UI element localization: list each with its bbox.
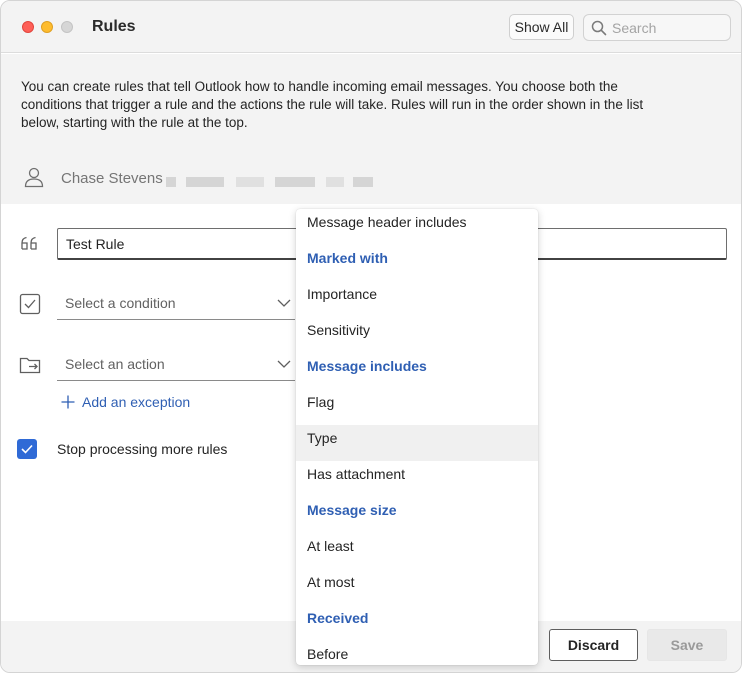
- add-exception-label: Add an exception: [82, 394, 191, 410]
- dropdown-option[interactable]: Type: [296, 425, 538, 461]
- condition-dropdown-menu: Message header includes Marked with Import…: [296, 209, 538, 665]
- redacted-email: [186, 177, 224, 187]
- show-all-button[interactable]: Show All: [509, 14, 574, 40]
- search-icon: [591, 20, 607, 36]
- chevron-down-icon: [277, 299, 291, 307]
- plus-icon: [61, 395, 75, 409]
- account-name: Chase Stevens: [61, 170, 163, 187]
- dropdown-option[interactable]: Flag: [296, 389, 538, 425]
- action-placeholder: Select an action: [65, 356, 165, 372]
- search-placeholder: Search: [612, 20, 657, 36]
- dropdown-option[interactable]: At least: [296, 533, 538, 569]
- condition-select[interactable]: Select a condition: [57, 288, 295, 320]
- save-button[interactable]: Save: [647, 629, 727, 661]
- rule-name-value: Test Rule: [66, 236, 125, 252]
- stop-processing-checkbox[interactable]: [17, 439, 37, 459]
- redacted-email: [353, 177, 373, 187]
- redacted-email: [236, 177, 264, 187]
- redacted-email: [166, 177, 176, 187]
- zoom-window-button[interactable]: [61, 21, 73, 33]
- window-title: Rules: [92, 18, 136, 35]
- title-bar: Rules Show All Search: [1, 1, 741, 53]
- rules-description: You can create rules that tell Outlook h…: [21, 79, 644, 130]
- redacted-email: [326, 177, 344, 187]
- minimize-window-button[interactable]: [41, 21, 53, 33]
- chevron-down-icon: [277, 360, 291, 368]
- dropdown-group-header: Message includes: [307, 358, 427, 374]
- dropdown-group-header: Message size: [307, 502, 397, 518]
- search-input[interactable]: Search: [583, 14, 731, 41]
- redacted-email: [275, 177, 315, 187]
- rules-window: Rules Show All Search You can create rul…: [0, 0, 742, 673]
- dropdown-option[interactable]: Has attachment: [296, 461, 538, 497]
- folder-move-icon: [19, 357, 41, 374]
- checkmark-icon: [21, 444, 33, 454]
- dropdown-option[interactable]: At most: [296, 569, 538, 605]
- action-select[interactable]: Select an action: [57, 349, 295, 381]
- discard-button[interactable]: Discard: [549, 629, 638, 661]
- dropdown-option[interactable]: Importance: [296, 281, 538, 317]
- dropdown-option[interactable]: Sensitivity: [296, 317, 538, 353]
- dropdown-group-header: Received: [307, 610, 369, 626]
- quote-icon: [21, 236, 37, 250]
- condition-placeholder: Select a condition: [65, 295, 176, 311]
- dropdown-option[interactable]: Message header includes: [296, 209, 538, 245]
- dropdown-group-header: Marked with: [307, 250, 388, 266]
- close-window-button[interactable]: [22, 21, 34, 33]
- person-icon: [24, 167, 44, 188]
- info-panel: You can create rules that tell Outlook h…: [1, 54, 741, 204]
- dropdown-option[interactable]: Before: [296, 641, 538, 665]
- checkbox-condition-icon: [19, 293, 41, 315]
- stop-processing-label: Stop processing more rules: [57, 441, 228, 457]
